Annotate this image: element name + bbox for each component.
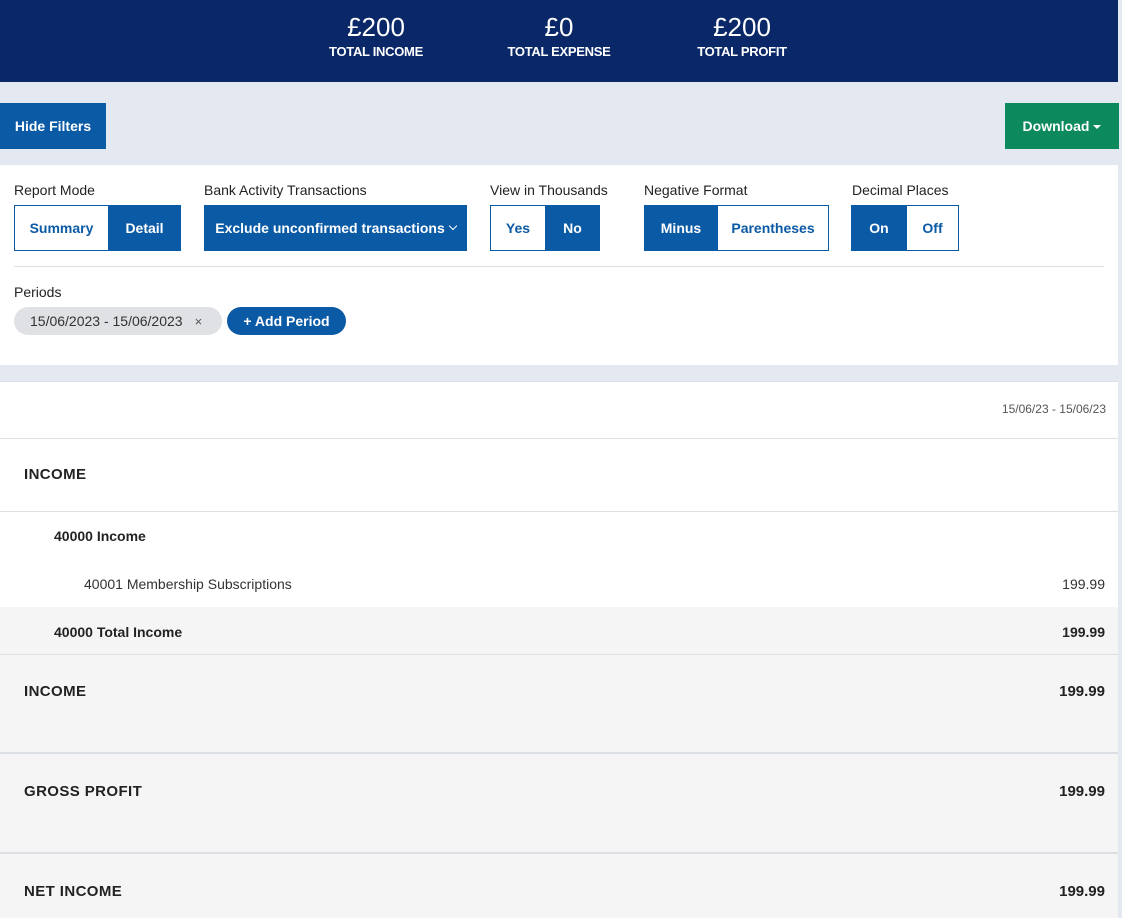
bank-activity-dropdown[interactable]: Exclude unconfirmed transactions bbox=[204, 205, 467, 251]
decimal-places-toggle: On Off bbox=[851, 205, 959, 251]
remove-period-icon[interactable]: × bbox=[195, 314, 203, 329]
gross-profit-label: GROSS PROFIT bbox=[24, 783, 143, 800]
row-divider bbox=[0, 511, 1118, 512]
report-mode-summary-option[interactable]: Summary bbox=[14, 205, 109, 251]
period-chip: 15/06/2023 - 15/06/2023 × bbox=[14, 307, 222, 335]
negative-format-parentheses-option[interactable]: Parentheses bbox=[718, 205, 829, 251]
chevron-down-icon bbox=[448, 221, 457, 231]
total-expense-amount: £0 bbox=[544, 12, 574, 42]
group-total-label: 40000 Total Income bbox=[54, 624, 183, 640]
total-income-label: TOTAL INCOME bbox=[329, 44, 423, 59]
net-income-row: NET INCOME 199.99 bbox=[0, 854, 1118, 918]
net-income-value: 199.99 bbox=[1059, 883, 1105, 900]
view-thousands-yes-option[interactable]: Yes bbox=[490, 205, 546, 251]
negative-format-minus-option[interactable]: Minus bbox=[644, 205, 718, 251]
gross-profit-value: 199.99 bbox=[1059, 783, 1105, 800]
negative-format-toggle: Minus Parentheses bbox=[644, 205, 829, 251]
bank-activity-label: Bank Activity Transactions bbox=[204, 182, 367, 198]
income-total-row: INCOME 199.99 bbox=[0, 655, 1118, 752]
negative-format-label: Negative Format bbox=[644, 182, 748, 198]
income-total-value: 199.99 bbox=[1059, 683, 1105, 700]
total-profit-amount: £200 bbox=[713, 12, 771, 42]
group-total-value: 199.99 bbox=[1062, 624, 1105, 640]
income-section-title: INCOME bbox=[24, 466, 87, 483]
filters-panel: Report Mode Summary Detail Bank Activity… bbox=[0, 165, 1118, 365]
report-mode-toggle: Summary Detail bbox=[14, 205, 181, 251]
period-chip-label: 15/06/2023 - 15/06/2023 bbox=[30, 313, 183, 329]
decimal-places-off-option[interactable]: Off bbox=[907, 205, 959, 251]
income-total-label: INCOME bbox=[24, 683, 87, 700]
report-mode-detail-option[interactable]: Detail bbox=[109, 205, 181, 251]
hide-filters-button[interactable]: Hide Filters bbox=[0, 103, 106, 149]
decimal-places-on-option[interactable]: On bbox=[851, 205, 907, 251]
view-thousands-no-option[interactable]: No bbox=[546, 205, 600, 251]
account-row: 40001 Membership Subscriptions 199.99 bbox=[0, 576, 1118, 596]
summary-bar: £200 TOTAL INCOME £0 TOTAL EXPENSE £200 … bbox=[0, 0, 1118, 82]
decimal-places-label: Decimal Places bbox=[852, 182, 949, 198]
periods-label: Periods bbox=[14, 284, 62, 300]
download-button[interactable]: Download bbox=[1005, 103, 1119, 149]
download-label: Download bbox=[1022, 118, 1090, 134]
view-thousands-toggle: Yes No bbox=[490, 205, 600, 251]
period-column-header: 15/06/23 - 15/06/23 bbox=[1001, 402, 1106, 416]
row-divider bbox=[0, 438, 1118, 439]
gross-profit-row: GROSS PROFIT 199.99 bbox=[0, 754, 1118, 852]
total-expense-stat: £0 TOTAL EXPENSE bbox=[479, 12, 639, 59]
report-mode-label: Report Mode bbox=[14, 182, 95, 198]
total-income-amount: £200 bbox=[347, 12, 405, 42]
total-profit-stat: £200 TOTAL PROFIT bbox=[662, 12, 822, 59]
bank-activity-value: Exclude unconfirmed transactions bbox=[215, 220, 445, 236]
account-group-title: 40000 Income bbox=[54, 528, 146, 544]
filters-divider bbox=[14, 266, 1104, 267]
view-thousands-label: View in Thousands bbox=[490, 182, 608, 198]
total-expense-label: TOTAL EXPENSE bbox=[507, 44, 611, 59]
caret-down-icon bbox=[1093, 125, 1102, 130]
total-income-stat: £200 TOTAL INCOME bbox=[296, 12, 456, 59]
total-profit-label: TOTAL PROFIT bbox=[697, 44, 787, 59]
add-period-button[interactable]: + Add Period bbox=[227, 307, 346, 335]
report-table: 15/06/23 - 15/06/23 INCOME 40000 Income … bbox=[0, 381, 1118, 918]
account-row-label: 40001 Membership Subscriptions bbox=[84, 576, 292, 592]
net-income-label: NET INCOME bbox=[24, 883, 123, 900]
account-row-value: 199.99 bbox=[1062, 576, 1105, 592]
group-total-row: 40000 Total Income 199.99 bbox=[0, 607, 1118, 654]
